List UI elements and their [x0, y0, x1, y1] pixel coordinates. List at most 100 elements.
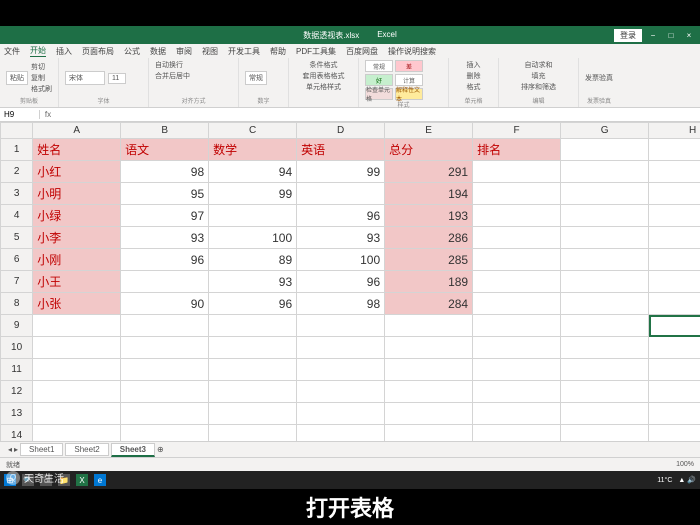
tab-help[interactable]: 帮助: [270, 46, 286, 57]
cell-C8[interactable]: 96: [209, 293, 297, 315]
excel-taskbar-icon[interactable]: X: [76, 474, 88, 486]
cell-A2[interactable]: 小红: [33, 161, 121, 183]
cell-E1[interactable]: 总分: [385, 139, 473, 161]
cell-F9[interactable]: [473, 315, 561, 337]
cell-H5[interactable]: [649, 227, 700, 249]
cell-A6[interactable]: 小刚: [33, 249, 121, 271]
cell-F3[interactable]: [473, 183, 561, 205]
cell-D9[interactable]: [297, 315, 385, 337]
cell-H13[interactable]: [649, 403, 700, 425]
row-header-12[interactable]: 12: [1, 381, 33, 403]
cell-C7[interactable]: 93: [209, 271, 297, 293]
cell-B9[interactable]: [121, 315, 209, 337]
cell-H1[interactable]: [649, 139, 700, 161]
paste-button[interactable]: 粘贴: [6, 71, 28, 85]
font-name[interactable]: 宋体: [65, 71, 105, 85]
cell-A1[interactable]: 姓名: [33, 139, 121, 161]
cell-A4[interactable]: 小绿: [33, 205, 121, 227]
cell-D13[interactable]: [297, 403, 385, 425]
cell-H10[interactable]: [649, 337, 700, 359]
cell-E3[interactable]: 194: [385, 183, 473, 205]
cell-B1[interactable]: 语文: [121, 139, 209, 161]
close-button[interactable]: ×: [682, 31, 696, 40]
cell-E9[interactable]: [385, 315, 473, 337]
cell-C5[interactable]: 100: [209, 227, 297, 249]
cell-C9[interactable]: [209, 315, 297, 337]
cell-C3[interactable]: 99: [209, 183, 297, 205]
maximize-button[interactable]: □: [664, 31, 678, 40]
row-header-2[interactable]: 2: [1, 161, 33, 183]
weather-widget[interactable]: 11°C: [657, 477, 672, 484]
cell-E5[interactable]: 286: [385, 227, 473, 249]
cell-E10[interactable]: [385, 337, 473, 359]
cell-G14[interactable]: [561, 425, 649, 442]
cell-E6[interactable]: 285: [385, 249, 473, 271]
col-header-H[interactable]: H: [649, 123, 700, 139]
new-sheet-button[interactable]: ⊕: [157, 445, 164, 454]
cell-D6[interactable]: 100: [297, 249, 385, 271]
cell-H3[interactable]: [649, 183, 700, 205]
cell-F1[interactable]: 排名: [473, 139, 561, 161]
cell-G12[interactable]: [561, 381, 649, 403]
cell-F6[interactable]: [473, 249, 561, 271]
cell-styles[interactable]: 单元格样式: [306, 82, 341, 92]
cell-A11[interactable]: [33, 359, 121, 381]
edge-icon[interactable]: e: [94, 474, 106, 486]
cell-C12[interactable]: [209, 381, 297, 403]
painter-button[interactable]: 格式刷: [31, 84, 52, 94]
cell-A13[interactable]: [33, 403, 121, 425]
cell-D1[interactable]: 英语: [297, 139, 385, 161]
row-header-11[interactable]: 11: [1, 359, 33, 381]
cell-A7[interactable]: 小王: [33, 271, 121, 293]
row-header-10[interactable]: 10: [1, 337, 33, 359]
fx-icon[interactable]: fx: [40, 110, 56, 119]
cell-F2[interactable]: [473, 161, 561, 183]
tab-layout[interactable]: 页面布局: [82, 46, 114, 57]
cell-D11[interactable]: [297, 359, 385, 381]
cell-F14[interactable]: [473, 425, 561, 442]
cell-D8[interactable]: 98: [297, 293, 385, 315]
wrap-button[interactable]: 自动换行: [155, 60, 183, 70]
cell-D2[interactable]: 99: [297, 161, 385, 183]
tab-insert[interactable]: 插入: [56, 46, 72, 57]
tray-icons[interactable]: ▲ 🔊: [678, 476, 696, 484]
insert-cells[interactable]: 插入: [467, 60, 481, 70]
cell-G6[interactable]: [561, 249, 649, 271]
cell-D14[interactable]: [297, 425, 385, 442]
tab-pdf[interactable]: PDF工具集: [296, 46, 336, 57]
name-box[interactable]: H9: [0, 110, 40, 119]
fill[interactable]: 填充: [532, 71, 546, 81]
row-header-9[interactable]: 9: [1, 315, 33, 337]
tab-review[interactable]: 审阅: [176, 46, 192, 57]
cell-C6[interactable]: 89: [209, 249, 297, 271]
cell-G1[interactable]: [561, 139, 649, 161]
row-header-14[interactable]: 14: [1, 425, 33, 442]
cell-B11[interactable]: [121, 359, 209, 381]
cell-A14[interactable]: [33, 425, 121, 442]
status-zoom[interactable]: 100%: [676, 461, 694, 468]
style-normal[interactable]: 常规: [365, 60, 393, 72]
cell-D5[interactable]: 93: [297, 227, 385, 249]
cell-H6[interactable]: [649, 249, 700, 271]
col-header-F[interactable]: F: [473, 123, 561, 139]
cell-A8[interactable]: 小张: [33, 293, 121, 315]
cell-D12[interactable]: [297, 381, 385, 403]
sheet-tab-3[interactable]: Sheet3: [111, 443, 155, 457]
worksheet-grid[interactable]: ABCDEFGHI1姓名语文数学英语总分排名2小红9894992913小明959…: [0, 122, 700, 441]
cell-D4[interactable]: 96: [297, 205, 385, 227]
cell-B7[interactable]: [121, 271, 209, 293]
cell-C2[interactable]: 94: [209, 161, 297, 183]
tab-data[interactable]: 数据: [150, 46, 166, 57]
cut-button[interactable]: 剪切: [31, 62, 52, 72]
cell-F5[interactable]: [473, 227, 561, 249]
merge-button[interactable]: 合并后居中: [155, 71, 190, 81]
cell-H9[interactable]: [649, 315, 700, 337]
cell-A12[interactable]: [33, 381, 121, 403]
tab-tellme[interactable]: 操作说明搜索: [388, 46, 436, 57]
cell-E12[interactable]: [385, 381, 473, 403]
col-header-B[interactable]: B: [121, 123, 209, 139]
cell-E8[interactable]: 284: [385, 293, 473, 315]
cell-G10[interactable]: [561, 337, 649, 359]
style-bad[interactable]: 差: [395, 60, 423, 72]
cell-F11[interactable]: [473, 359, 561, 381]
